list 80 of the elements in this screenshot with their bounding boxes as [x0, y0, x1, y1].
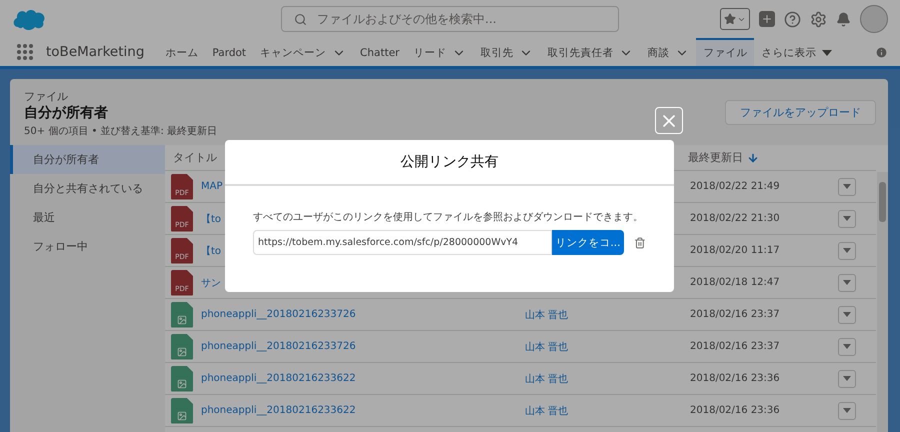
nav-tab[interactable]: 取引先 [473, 38, 540, 66]
file-link[interactable]: 【to [201, 212, 222, 226]
row-menu-button[interactable] [838, 370, 856, 388]
settings-icon[interactable] [810, 10, 827, 28]
owner-link[interactable]: 山本 晋也 [525, 308, 680, 322]
object-label: ファイル [24, 89, 69, 104]
row-menu-button[interactable] [838, 274, 856, 292]
close-button[interactable] [655, 107, 683, 134]
image-file-icon [171, 302, 193, 328]
sidebar-item[interactable]: 最近 [10, 203, 165, 232]
search-icon [294, 12, 307, 26]
image-file-icon [171, 398, 193, 424]
plus-icon[interactable] [759, 11, 775, 27]
caret-icon [843, 216, 851, 221]
row-menu-button[interactable] [838, 402, 856, 420]
table-cell-text: 2018/02/22 21:49 [689, 181, 781, 192]
file-link[interactable]: phoneappli__20180216233622 [201, 373, 356, 384]
row-menu-button[interactable] [838, 306, 856, 324]
file-link[interactable]: phoneappli__20180216233726 [201, 341, 356, 352]
nav-tab[interactable]: 商談 [640, 38, 696, 66]
row-menu-button[interactable] [838, 242, 856, 260]
nav-tab[interactable]: Pardot [205, 38, 254, 66]
caret-icon [822, 50, 832, 56]
copy-link-button[interactable]: リンクをコ... [552, 230, 624, 255]
favorites-button[interactable] [720, 8, 750, 30]
table-cell-text: 2018/02/18 12:47 [689, 277, 781, 288]
file-link[interactable]: phoneappli__20180216233622 [201, 405, 356, 416]
sidebar-item[interactable]: フォロー中 [10, 232, 165, 261]
caret-icon [843, 312, 851, 317]
page-title: 自分が所有者 [24, 104, 109, 122]
owner-link[interactable]: 山本 晋也 [525, 372, 680, 386]
table-cell-text: 2018/02/22 21:30 [689, 213, 781, 224]
table-cell-text: 2018/02/16 23:36 [689, 405, 781, 416]
caret-icon [843, 280, 851, 285]
nav-tab[interactable]: キャンペーン [253, 38, 354, 66]
table-cell-text: 2018/02/16 23:36 [689, 373, 781, 384]
app-name: toBeMarketing [46, 44, 144, 60]
cloud-logo [12, 7, 46, 31]
help-icon[interactable] [784, 10, 801, 28]
star-icon [724, 13, 736, 25]
owner-link[interactable]: 山本 晋也 [525, 404, 680, 418]
caret-icon [843, 344, 851, 349]
nav-tab[interactable]: Chatter [353, 38, 406, 66]
file-link[interactable]: サン [201, 276, 221, 290]
more-tab[interactable]: さらに表示 [754, 38, 840, 66]
info-icon[interactable] [875, 46, 888, 58]
link-field[interactable]: https://tobem.my.salesforce.com/sfc/p/28000000WvY4 [253, 230, 552, 255]
row-menu-button[interactable] [838, 178, 856, 196]
avatar[interactable] [860, 5, 888, 33]
bell-icon[interactable] [836, 12, 851, 26]
search-field[interactable]: ファイルおよびその他を検索中... [281, 6, 619, 32]
dialog-title: 公開リンク共有 [225, 140, 674, 186]
nav-tab[interactable]: 取引先責任者 [540, 38, 640, 66]
app-launcher-icon[interactable] [16, 43, 34, 61]
owner-link[interactable]: 山本 晋也 [525, 340, 680, 354]
sidebar-item[interactable]: 自分と共有されている [10, 174, 165, 203]
sidebar-item[interactable]: 自分が所有者 [10, 145, 165, 174]
dialog-message: すべてのユーザがこのリンクを使用してファイルを参照およびダウンロードできます。 [253, 210, 644, 224]
upload-button[interactable]: ファイルをアップロード [725, 100, 876, 125]
row-menu-button[interactable] [838, 338, 856, 356]
nav-tab[interactable]: ホーム [158, 38, 206, 66]
caret-icon [843, 184, 851, 189]
column-header[interactable]: 最終更新日 [680, 150, 838, 165]
table-cell-text: 2018/02/20 11:17 [689, 245, 781, 256]
file-link[interactable]: 【to [201, 244, 222, 258]
scrollbar[interactable] [877, 172, 888, 432]
table-cell-text: 2018/02/16 23:37 [689, 341, 781, 352]
trash-icon[interactable] [634, 236, 646, 248]
nav-tab[interactable]: リード [406, 38, 474, 66]
image-file-icon [171, 366, 193, 392]
row-menu-button[interactable] [838, 210, 856, 228]
image-file-icon [171, 334, 193, 360]
list-subtitle: 50+ 個の項目 • 並び替え基準: 最終更新日 [24, 124, 218, 138]
caret-icon [843, 408, 851, 413]
table-cell-text: 2018/02/16 23:37 [689, 309, 781, 320]
caret-icon [843, 376, 851, 381]
nav-tab[interactable]: ファイル [696, 38, 754, 66]
caret-icon [843, 248, 851, 253]
file-link[interactable]: MAP [201, 181, 222, 192]
file-link[interactable]: phoneappli__20180216233726 [201, 309, 356, 320]
